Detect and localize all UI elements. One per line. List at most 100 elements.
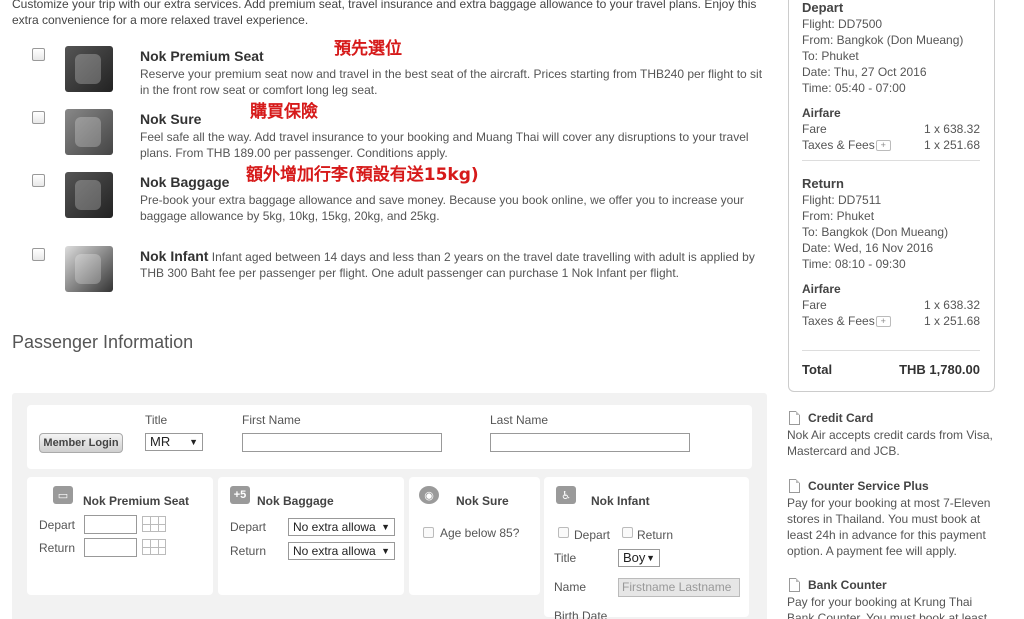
stroller-icon: ♿ xyxy=(556,486,576,504)
depart-label: Depart xyxy=(574,528,611,542)
divider xyxy=(802,160,980,161)
nok-infant-card: ♿ Nok Infant Depart Return Title Boy ▼ Na… xyxy=(544,477,749,619)
extra-title: Nok Infant xyxy=(140,248,209,264)
premium-seat-image xyxy=(65,46,113,92)
annotation: 購買保險 xyxy=(250,102,318,122)
extra-desc: Reserve your premium seat now and travel… xyxy=(140,67,763,97)
dropdown-arrow-icon: ▼ xyxy=(189,437,198,447)
return-flight: Flight: DD7511 xyxy=(802,193,882,207)
fare-label: Fare xyxy=(802,298,827,312)
taxes-row: Taxes & Fees + xyxy=(802,314,891,328)
infant-depart-checkbox[interactable] xyxy=(558,527,569,538)
extra-title: Nok Premium Seat xyxy=(140,48,264,64)
depart-flight: Flight: DD7500 xyxy=(802,17,883,31)
extra-title: Nok Baggage xyxy=(140,174,230,190)
extra-nok-infant: Nok Infant Infant aged between 14 days a… xyxy=(32,246,772,302)
nok-sure-image xyxy=(65,109,113,155)
extra-title: Nok Sure xyxy=(140,111,202,127)
passenger-name-card: Member Login Title MR ▼ First Name Last N… xyxy=(27,405,752,469)
depart-from: From: Bangkok (Don Mueang) xyxy=(802,33,964,47)
shield-icon: ◉ xyxy=(419,486,439,504)
return-label: Return xyxy=(637,528,674,542)
taxes-value: 1 x 251.68 xyxy=(923,138,980,152)
infant-title-select[interactable]: Boy ▼ xyxy=(618,549,660,567)
payment-desc: Pay for your booking at Krung Thai Bank … xyxy=(787,595,988,619)
return-label: Return xyxy=(39,541,76,555)
baggage-card: +5 Nok Baggage Depart No extra allowa ▼ R… xyxy=(218,477,404,595)
seat-map-icon[interactable] xyxy=(142,516,166,532)
extra-premium-seat: Nok Premium Seat 預先選位 Reserve your premi… xyxy=(32,39,772,102)
return-baggage-select[interactable]: No extra allowa ▼ xyxy=(288,542,395,560)
return-to: To: Bangkok (Don Mueang) xyxy=(802,225,949,239)
age-label: Age below 85? xyxy=(440,526,520,540)
airfare-heading: Airfare xyxy=(802,282,841,296)
expand-plus-icon[interactable]: + xyxy=(875,316,891,328)
payment-title: Bank Counter xyxy=(808,578,887,592)
extra-nok-baggage: Nok Baggage 額外增加行李(預設有送15kg) Pre-book yo… xyxy=(32,165,772,228)
select-value: No extra allowa xyxy=(293,520,376,534)
fare-value: 1 x 638.32 xyxy=(923,298,980,312)
total-label: Total xyxy=(802,362,833,377)
infant-name-input[interactable]: Firstname Lastname xyxy=(618,578,740,597)
select-value: Boy xyxy=(623,550,646,565)
annotation: 額外增加行李(預設有送15kg) xyxy=(246,165,479,185)
annotation: 預先選位 xyxy=(334,39,402,59)
card-heading: Nok Baggage xyxy=(257,494,334,508)
depart-label: Depart xyxy=(230,520,267,534)
seat-map-icon[interactable] xyxy=(142,539,166,555)
return-heading: Return xyxy=(802,176,844,191)
nok-infant-image xyxy=(65,246,113,292)
section-title: Passenger Information xyxy=(12,332,194,352)
extras-intro: Customize your trip with our extra servi… xyxy=(12,0,757,27)
airfare-heading: Airfare xyxy=(802,106,841,120)
expand-plus-icon[interactable]: + xyxy=(875,140,891,152)
title-select[interactable]: MR ▼ xyxy=(145,433,203,451)
premium-seat-checkbox[interactable] xyxy=(32,48,45,61)
extra-desc-text: Infant aged between 14 days and less tha… xyxy=(140,250,755,280)
extra-desc: Pre-book your extra baggage allowance an… xyxy=(140,193,744,223)
card-heading: Nok Premium Seat xyxy=(83,494,190,508)
premium-seat-card: ▭ Nok Premium Seat Depart Return xyxy=(27,477,213,595)
dropdown-arrow-icon: ▼ xyxy=(381,522,390,532)
payment-title: Credit Card xyxy=(808,411,874,425)
depart-baggage-select[interactable]: No extra allowa ▼ xyxy=(288,518,395,536)
taxes-row: Taxes & Fees + xyxy=(802,138,891,152)
nok-baggage-checkbox[interactable] xyxy=(32,174,45,187)
seat-icon: ▭ xyxy=(53,486,73,504)
infant-return-checkbox[interactable] xyxy=(622,527,633,538)
extra-desc: Nok Infant Infant aged between 14 days a… xyxy=(140,248,770,281)
infant-birth-label: Birth Date xyxy=(554,609,608,619)
fare-label: Fare xyxy=(802,122,827,136)
nok-infant-checkbox[interactable] xyxy=(32,248,45,261)
taxes-label: Taxes & Fees xyxy=(802,314,875,328)
payment-title: Counter Service Plus xyxy=(808,479,929,493)
depart-to: To: Phuket xyxy=(802,49,859,63)
title-select-value: MR xyxy=(150,434,171,449)
payment-desc: Nok Air accepts credit cards from Visa, … xyxy=(787,428,993,458)
taxes-label: Taxes & Fees xyxy=(802,138,875,152)
document-icon xyxy=(789,411,800,425)
extra-desc: Feel safe all the way. Add travel insura… xyxy=(140,130,749,160)
depart-seat-input[interactable] xyxy=(84,515,137,534)
infant-title-label: Title xyxy=(554,551,577,565)
depart-label: Depart xyxy=(39,518,76,532)
last-name-label: Last Name xyxy=(490,413,549,427)
nok-sure-card: ◉ Nok Sure Age below 85? xyxy=(409,477,540,595)
return-seat-input[interactable] xyxy=(84,538,137,557)
return-from: From: Phuket xyxy=(802,209,875,223)
nok-sure-checkbox[interactable] xyxy=(32,111,45,124)
select-value: No extra allowa xyxy=(293,544,376,558)
total-value: THB 1,780.00 xyxy=(899,362,980,377)
baggage-plus-icon: +5 xyxy=(230,486,250,504)
fare-value: 1 x 638.32 xyxy=(923,122,980,136)
return-date: Date: Wed, 16 Nov 2016 xyxy=(802,241,934,255)
taxes-value: 1 x 251.68 xyxy=(923,314,980,328)
age-checkbox[interactable] xyxy=(423,527,434,538)
document-icon xyxy=(789,578,800,592)
first-name-input[interactable] xyxy=(242,433,442,452)
dropdown-arrow-icon: ▼ xyxy=(646,553,655,563)
last-name-input[interactable] xyxy=(490,433,690,452)
depart-heading: Depart xyxy=(802,0,844,15)
member-login-button[interactable]: Member Login xyxy=(39,433,123,453)
document-icon xyxy=(789,479,800,493)
